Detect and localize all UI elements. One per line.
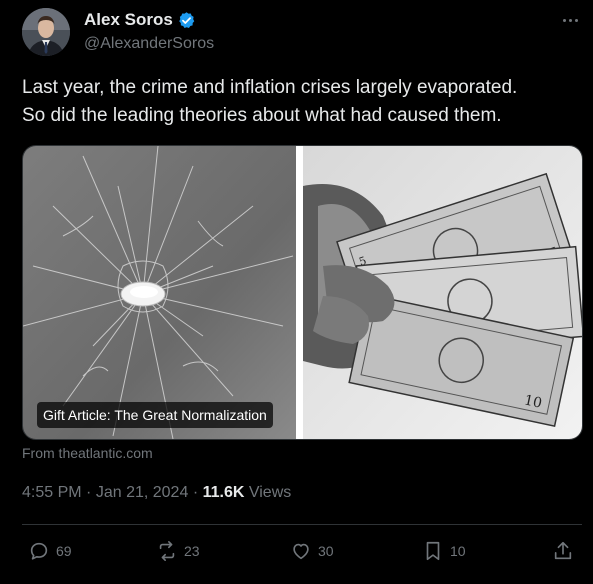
tweet-text-line: Last year, the crime and inflation crise… [22, 77, 518, 98]
bookmark-button[interactable]: 10 [422, 540, 466, 562]
hand-with-money-icon: 5 5 5 10 [303, 146, 582, 439]
repost-button[interactable]: 23 [156, 540, 200, 562]
verified-badge-icon[interactable] [177, 11, 196, 30]
meta-separator: · [86, 484, 92, 501]
tweet-meta: 4:55 PM · Jan 21, 2024 · 11.6K Views [22, 484, 291, 502]
card-title-label: Gift Article: The Great Normalization [37, 402, 273, 428]
share-button[interactable] [552, 540, 574, 562]
views-label: Views [248, 484, 292, 501]
action-bar: 69 23 30 10 [0, 540, 593, 568]
bookmark-count: 10 [450, 543, 466, 559]
views-count: 11.6K [202, 484, 245, 501]
profile-photo-icon [22, 8, 70, 56]
avatar[interactable] [22, 8, 70, 56]
tweet: Alex Soros @AlexanderSoros Last year, th… [0, 0, 593, 584]
like-button[interactable]: 30 [290, 540, 334, 562]
reply-button[interactable]: 69 [28, 540, 72, 562]
author-handle[interactable]: @AlexanderSoros [84, 35, 214, 53]
share-icon [554, 541, 572, 560]
reply-count: 69 [56, 543, 72, 559]
reply-icon [30, 542, 48, 560]
bookmark-icon [426, 541, 440, 561]
more-options-icon[interactable] [560, 13, 582, 29]
tweet-date[interactable]: Jan 21, 2024 [96, 484, 189, 501]
tweet-text: Last year, the crime and inflation crise… [22, 74, 582, 130]
repost-count: 23 [184, 543, 200, 559]
meta-separator: · [192, 484, 199, 501]
author-name-row: Alex Soros [84, 10, 196, 30]
repost-icon [159, 541, 175, 561]
display-name[interactable]: Alex Soros [84, 10, 173, 30]
divider [22, 524, 582, 525]
tweet-text-line: So did the leading theories about what h… [22, 105, 502, 126]
card-source[interactable]: From theatlantic.com [22, 445, 153, 461]
card-media: 5 5 5 10 [23, 146, 582, 439]
heart-icon [293, 543, 309, 560]
like-count: 30 [318, 543, 334, 559]
tweet-time[interactable]: 4:55 PM [22, 484, 82, 501]
shattered-glass-icon [23, 146, 296, 439]
link-card[interactable]: 5 5 5 10 Gift Article: Th [22, 145, 583, 440]
